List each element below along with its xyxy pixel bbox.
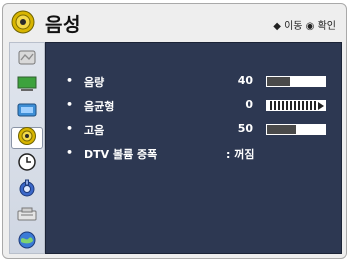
- sidebar-item-network[interactable]: [13, 231, 41, 253]
- bullet-icon: •: [66, 146, 74, 159]
- picture-icon: [17, 49, 37, 71]
- setting-value: 50: [237, 122, 253, 135]
- setting-row-dtv-volume-boost[interactable]: • DTV 볼륨 증폭 : 꺼짐: [46, 145, 341, 163]
- menu-header: 음성 ◆ 이동 ◉ 확인: [3, 4, 346, 42]
- navigation-hint: ◆ 이동 ◉ 확인: [273, 21, 336, 32]
- network-icon: [17, 230, 37, 254]
- menu-window: 음성 ◆ 이동 ◉ 확인 • 음량 40 • 음균형 0 • 고음 50 • D…: [2, 3, 347, 259]
- sidebar-item-channel[interactable]: [13, 101, 41, 123]
- sidebar-item-option[interactable]: [13, 205, 41, 227]
- setting-label: DTV 볼륨 증폭: [84, 148, 158, 161]
- treble-level-fill: [267, 125, 296, 134]
- channel-icon: [16, 101, 38, 123]
- setting-value: 0: [245, 98, 253, 111]
- sidebar-item-lock[interactable]: [13, 179, 41, 201]
- bullet-icon: •: [66, 74, 74, 87]
- screen-icon: [16, 75, 38, 97]
- setting-value: : 꺼짐: [226, 148, 255, 161]
- volume-level-bar[interactable]: [266, 76, 326, 87]
- speaker-icon: [11, 10, 35, 34]
- right-arrow-icon: [318, 102, 324, 110]
- lock-icon: [17, 178, 37, 202]
- setting-value: 40: [237, 74, 253, 87]
- setting-label: 음균형: [84, 100, 115, 113]
- volume-level-fill: [267, 77, 291, 86]
- sidebar-item-time[interactable]: [13, 153, 41, 175]
- sidebar-item-audio[interactable]: [11, 127, 43, 149]
- setting-label: 고음: [84, 124, 105, 137]
- settings-panel: • 음량 40 • 음균형 0 • 고음 50 • DTV 볼륨 증폭 : 꺼짐: [45, 42, 342, 254]
- setting-row-treble[interactable]: • 고음 50: [46, 121, 341, 139]
- setting-row-volume[interactable]: • 음량 40: [46, 73, 341, 91]
- clock-icon: [17, 152, 37, 176]
- sidebar-item-screen[interactable]: [13, 75, 41, 97]
- balance-bar[interactable]: [266, 100, 326, 111]
- setting-label: 음량: [84, 76, 105, 89]
- option-icon: [16, 205, 38, 227]
- audio-icon: [17, 126, 37, 150]
- category-sidebar: [9, 42, 45, 254]
- setting-row-balance[interactable]: • 음균형 0: [46, 97, 341, 115]
- page-title: 음성: [45, 14, 81, 36]
- bullet-icon: •: [66, 98, 74, 111]
- treble-level-bar[interactable]: [266, 124, 326, 135]
- tv-osd-screen: 음성 ◆ 이동 ◉ 확인 • 음량 40 • 음균형 0 • 고음 50 • D…: [0, 0, 350, 263]
- sidebar-item-picture[interactable]: [13, 49, 41, 71]
- bullet-icon: •: [66, 122, 74, 135]
